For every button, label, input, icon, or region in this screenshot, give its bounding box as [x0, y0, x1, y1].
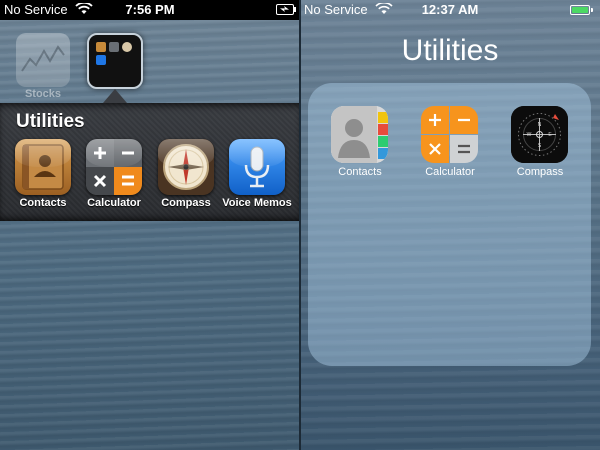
status-bar: No Service 12:37 AM: [300, 0, 600, 20]
clock: 7:56 PM: [125, 2, 175, 17]
contacts-app-label: Contacts: [338, 166, 382, 178]
status-bar: No Service 7:56 PM: [0, 0, 300, 20]
calculator-app-icon[interactable]: [86, 139, 142, 195]
compass-app-label: Compass: [516, 166, 564, 178]
voice-memos-app-icon[interactable]: [229, 139, 285, 195]
compass-icon: N S W E: [511, 106, 568, 163]
ios7-screen: No Service 12:37 AM Utilities Contacts C…: [300, 0, 600, 450]
mini-voice-memos-icon: [96, 55, 106, 65]
clock: 12:37 AM: [421, 2, 479, 17]
stocks-chart-icon: [21, 45, 65, 72]
mini-contacts-icon: [96, 42, 106, 52]
microphone-icon: [244, 146, 270, 188]
stocks-app-label: Stocks: [24, 88, 62, 100]
calculator-icon: [421, 106, 478, 163]
stocks-app-icon[interactable]: [16, 33, 70, 87]
folder-title[interactable]: Utilities: [300, 34, 600, 68]
battery-full-icon: [570, 5, 593, 15]
compass-app-label: Compass: [161, 197, 211, 209]
calculator-app-label: Calculator: [425, 166, 475, 178]
mini-compass-icon: [122, 42, 132, 52]
ios6-screen: No Service 7:56 PM Stocks Utilities Cont…: [0, 0, 300, 450]
svg-text:W: W: [527, 132, 532, 138]
voice-memos-app-label: Voice Memos: [222, 197, 292, 209]
compass-icon: [158, 139, 214, 195]
utilities-folder-icon[interactable]: [87, 33, 143, 89]
folder-tray: Utilities Contacts Calculator Compass Vo…: [0, 103, 300, 221]
calculator-icon: [86, 139, 142, 195]
panel-divider: [299, 0, 301, 450]
contacts-silhouette-icon: [331, 106, 388, 163]
folder-tray-pointer: [103, 89, 127, 103]
battery-charging-icon: [276, 4, 296, 15]
svg-text:N: N: [538, 122, 542, 128]
contacts-app-icon[interactable]: [331, 106, 388, 163]
mini-calculator-icon: [109, 42, 119, 52]
folder-title[interactable]: Utilities: [16, 111, 85, 133]
contacts-app-label: Contacts: [19, 197, 67, 209]
calculator-app-icon[interactable]: [421, 106, 478, 163]
calculator-app-label: Calculator: [87, 197, 141, 209]
contacts-book-icon: [22, 144, 64, 190]
compass-app-icon[interactable]: [158, 139, 214, 195]
compass-app-icon[interactable]: N S W E: [511, 106, 568, 163]
contacts-app-icon[interactable]: [15, 139, 71, 195]
